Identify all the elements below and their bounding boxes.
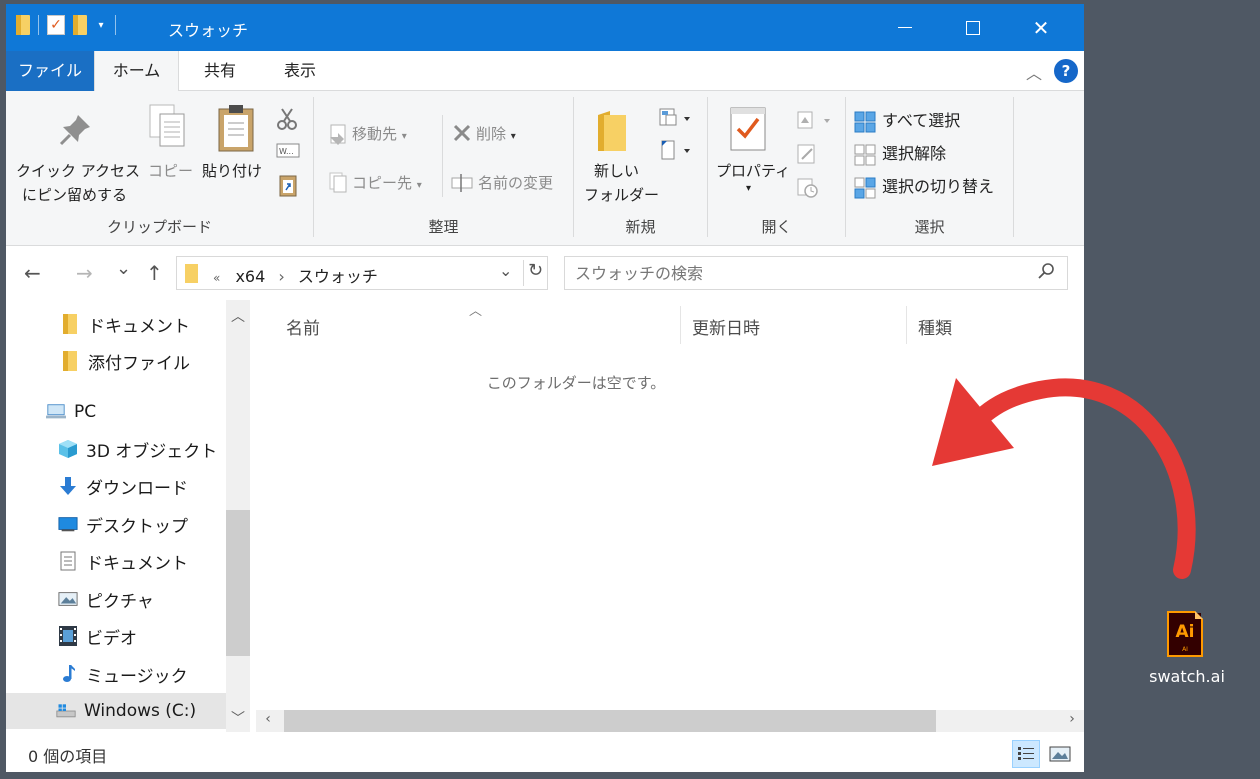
arrow-shaft: [976, 378, 1196, 579]
desktop-file-label[interactable]: swatch.ai: [1138, 667, 1236, 686]
ai-icon-text: Ai: [1176, 622, 1195, 642]
illustrator-file-icon[interactable]: Ai AI: [1166, 610, 1204, 658]
ai-icon-subtext: AI: [1182, 646, 1188, 653]
arrow-head: [932, 378, 1014, 466]
red-curved-arrow: [932, 378, 1196, 579]
